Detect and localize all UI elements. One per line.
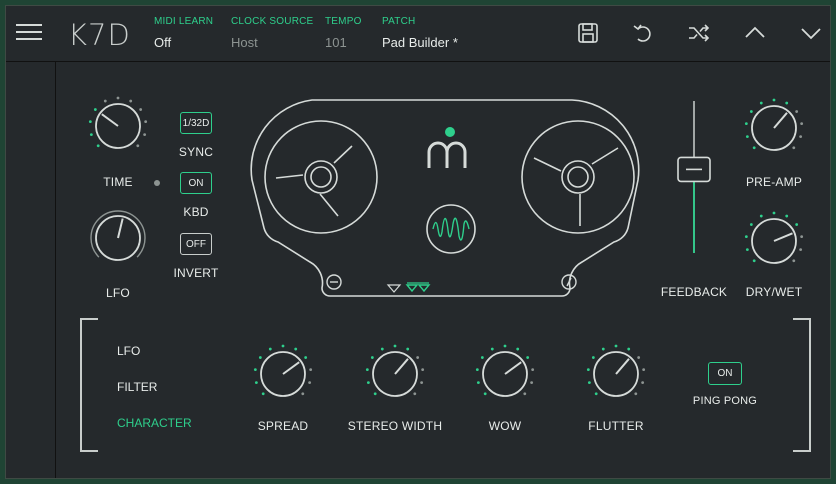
sync-button[interactable]: 1/32D xyxy=(180,112,212,134)
time-label: TIME xyxy=(103,175,133,189)
feedback-slider[interactable] xyxy=(670,99,718,255)
dry-wet-knob[interactable] xyxy=(742,209,806,273)
left-screw-icon xyxy=(326,274,342,290)
tempo-control[interactable]: TEMPO 101 xyxy=(325,16,362,50)
dry-wet-label: DRY/WET xyxy=(745,285,803,299)
midi-learn-value: Off xyxy=(154,35,172,50)
spread-label: SPREAD xyxy=(257,419,309,433)
stereo-width-label: STEREO WIDTH xyxy=(347,419,443,433)
tab-filter[interactable]: FILTER xyxy=(117,380,157,394)
patch-name: Pad Builder * xyxy=(382,35,458,50)
right-reel xyxy=(521,120,635,234)
oscilloscope-display xyxy=(426,204,476,254)
tape-status-icon xyxy=(386,282,431,293)
clock-source-label: CLOCK SOURCE xyxy=(231,16,314,27)
plugin-window: K7D MIDI LEARN Off CLOCK SOURCE Host TEM… xyxy=(5,5,831,479)
pre-amp-label: PRE-AMP xyxy=(745,175,803,189)
tempo-value: 101 xyxy=(325,35,347,50)
kbd-button[interactable]: ON xyxy=(180,172,212,194)
chevron-down-icon[interactable] xyxy=(798,20,824,46)
time-indicator-dot xyxy=(154,180,160,186)
lfo-label: LFO xyxy=(106,286,130,300)
top-bar: K7D MIDI LEARN Off CLOCK SOURCE Host TEM… xyxy=(6,6,830,62)
ping-pong-label: PING PONG xyxy=(692,395,758,407)
sync-label: SYNC xyxy=(178,145,214,159)
brand-logo-icon xyxy=(427,127,467,168)
chevron-up-icon[interactable] xyxy=(742,20,768,46)
spread-knob[interactable] xyxy=(251,342,315,406)
hamburger-menu-icon[interactable] xyxy=(16,24,44,44)
shuffle-icon[interactable] xyxy=(686,20,712,46)
tab-character[interactable]: CHARACTER xyxy=(117,416,192,430)
bottom-panel-left-bracket xyxy=(80,318,98,452)
left-reel xyxy=(264,120,378,234)
clock-source-control[interactable]: CLOCK SOURCE Host xyxy=(231,16,313,50)
flutter-label: FLUTTER xyxy=(588,419,644,433)
sidebar xyxy=(6,61,56,478)
save-icon[interactable] xyxy=(575,20,601,46)
invert-label: INVERT xyxy=(173,266,219,280)
wow-label: WOW xyxy=(488,419,522,433)
stereo-width-knob[interactable] xyxy=(363,342,427,406)
lfo-knob[interactable] xyxy=(86,206,150,270)
wow-knob[interactable] xyxy=(473,342,537,406)
bottom-panel-right-bracket xyxy=(793,318,811,452)
time-knob[interactable] xyxy=(86,94,150,158)
patch-label: PATCH xyxy=(382,16,416,27)
tempo-label: TEMPO xyxy=(325,16,362,27)
ping-pong-button[interactable]: ON xyxy=(708,362,742,385)
pre-amp-knob[interactable] xyxy=(742,96,806,160)
kbd-label: KBD xyxy=(183,205,209,219)
midi-learn-control[interactable]: MIDI LEARN Off xyxy=(154,16,213,50)
flutter-knob[interactable] xyxy=(584,342,648,406)
tab-lfo[interactable]: LFO xyxy=(117,344,140,358)
midi-learn-label: MIDI LEARN xyxy=(154,16,214,27)
tape-deck-display xyxy=(250,99,640,297)
feedback-label: FEEDBACK xyxy=(660,285,728,299)
app-logo: K7D xyxy=(68,18,131,52)
undo-icon[interactable] xyxy=(630,20,656,46)
invert-button[interactable]: OFF xyxy=(180,233,212,255)
patch-selector[interactable]: PATCH Pad Builder * xyxy=(382,16,458,50)
clock-source-value: Host xyxy=(231,35,258,50)
